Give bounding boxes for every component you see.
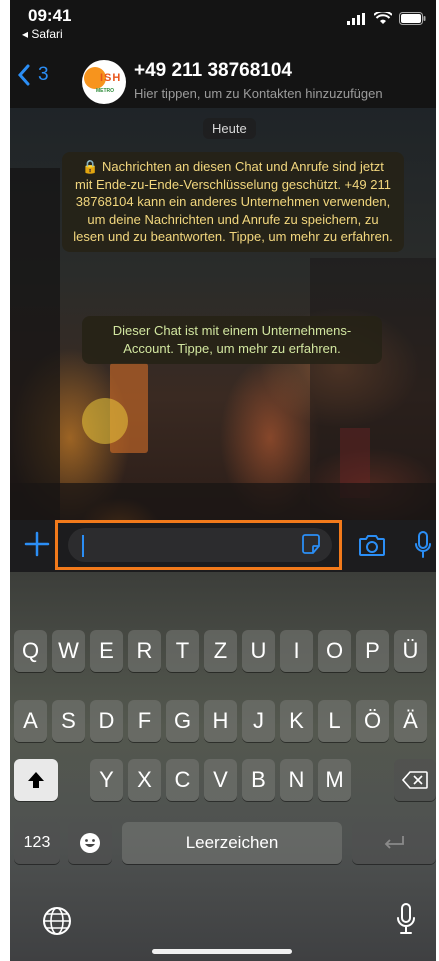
globe-icon[interactable]: [42, 906, 72, 936]
key-p[interactable]: P: [356, 630, 389, 672]
date-label: Heute: [203, 118, 256, 139]
plus-icon[interactable]: [24, 531, 50, 557]
key-w[interactable]: W: [52, 630, 85, 672]
key-j[interactable]: J: [242, 700, 275, 742]
key-x[interactable]: X: [128, 759, 161, 801]
delete-backspace-icon: [402, 771, 428, 789]
contact-subtitle[interactable]: Hier tippen, um zu Kontakten hinzuzufüge…: [134, 86, 383, 101]
emoji-key[interactable]: [68, 822, 112, 864]
chat-header: 3 ISH METRO +49 211 38768104 Hier tippen…: [10, 52, 436, 108]
back-button[interactable]: 3: [18, 64, 49, 86]
key-i[interactable]: I: [280, 630, 313, 672]
key-c[interactable]: C: [166, 759, 199, 801]
status-icons: [347, 12, 426, 25]
delete-key[interactable]: [394, 759, 436, 801]
status-bar: 09:41 ◂ Safari: [10, 0, 436, 52]
key-s[interactable]: S: [52, 700, 85, 742]
key-f[interactable]: F: [128, 700, 161, 742]
unread-count: 3: [38, 64, 49, 85]
emoji-icon: [80, 833, 100, 853]
avatar-logo-sub: METRO: [96, 88, 115, 94]
wallpaper-ground: [10, 483, 436, 520]
key-r[interactable]: R: [128, 630, 161, 672]
battery-icon: [399, 12, 426, 25]
key-n[interactable]: N: [280, 759, 313, 801]
key-b[interactable]: B: [242, 759, 275, 801]
return-key[interactable]: [352, 822, 436, 864]
numbers-key[interactable]: 123: [14, 822, 60, 864]
key-u[interactable]: U: [242, 630, 275, 672]
wallpaper-lamp-circle: [82, 398, 128, 444]
key-e[interactable]: E: [90, 630, 123, 672]
status-time: 09:41: [28, 6, 72, 25]
encryption-notice[interactable]: 🔒 Nachrichten an diesen Chat und Anrufe …: [62, 152, 404, 252]
microphone-icon[interactable]: [414, 530, 432, 560]
wifi-icon: [374, 12, 392, 24]
chevron-left-icon: [18, 64, 30, 86]
key-q[interactable]: Q: [14, 630, 47, 672]
wallpaper-building-right: [310, 258, 436, 520]
contact-avatar[interactable]: ISH METRO: [82, 60, 126, 104]
key-l[interactable]: L: [318, 700, 351, 742]
avatar-logo-text: ISH: [100, 72, 122, 84]
key-ue[interactable]: Ü: [394, 630, 427, 672]
key-z[interactable]: Z: [204, 630, 237, 672]
chat-area[interactable]: Heute 🔒 Nachrichten an diesen Chat und A…: [10, 108, 436, 520]
key-h[interactable]: H: [204, 700, 237, 742]
key-o[interactable]: O: [318, 630, 351, 672]
contact-name[interactable]: +49 211 38768104: [134, 60, 292, 82]
key-g[interactable]: G: [166, 700, 199, 742]
key-k[interactable]: K: [280, 700, 313, 742]
key-d[interactable]: D: [90, 700, 123, 742]
camera-icon[interactable]: [358, 532, 386, 558]
signal-icon: [347, 12, 365, 25]
key-ae[interactable]: Ä: [394, 700, 427, 742]
key-a[interactable]: A: [14, 700, 47, 742]
key-y[interactable]: Y: [90, 759, 123, 801]
message-input-bar: [10, 520, 436, 572]
business-account-notice[interactable]: Dieser Chat ist mit einem Unternehmens-A…: [82, 316, 382, 364]
key-oe[interactable]: Ö: [356, 700, 389, 742]
space-key[interactable]: Leerzeichen: [122, 822, 342, 864]
home-indicator[interactable]: [152, 949, 292, 954]
return-icon: [384, 836, 404, 849]
back-to-safari-link[interactable]: ◂ Safari: [22, 27, 63, 41]
key-t[interactable]: T: [166, 630, 199, 672]
dictation-microphone-icon[interactable]: [396, 902, 416, 936]
shift-arrow-icon: [28, 772, 44, 788]
key-m[interactable]: M: [318, 759, 351, 801]
shift-key[interactable]: [14, 759, 58, 801]
key-v[interactable]: V: [204, 759, 237, 801]
wallpaper-building-left: [10, 168, 60, 520]
input-highlight-frame: [55, 520, 342, 570]
phone-screen: 09:41 ◂ Safari 3 ISH METRO +49 211 38768…: [10, 0, 436, 961]
keyboard: Q W E R T Z U I O P Ü A S D F G H J K L …: [10, 572, 436, 961]
